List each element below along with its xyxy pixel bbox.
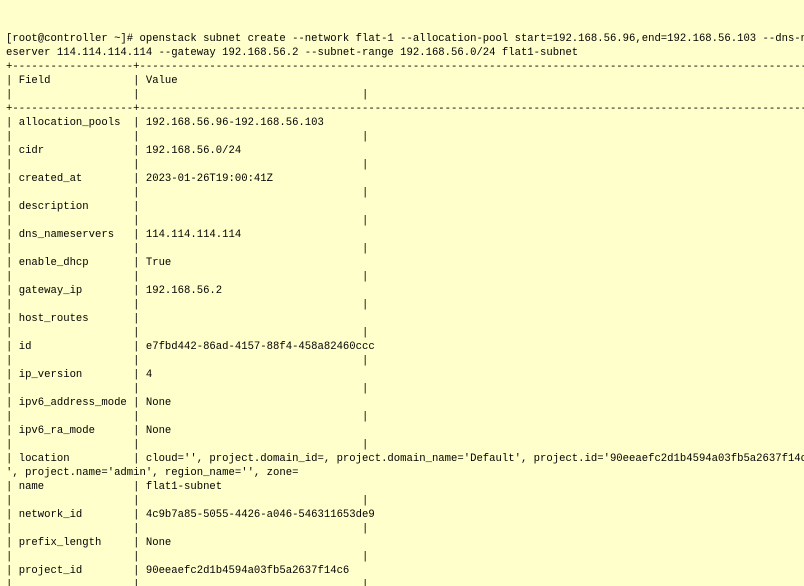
terminal-output: [root@controller ~]# openstack subnet cr… [6,32,802,586]
